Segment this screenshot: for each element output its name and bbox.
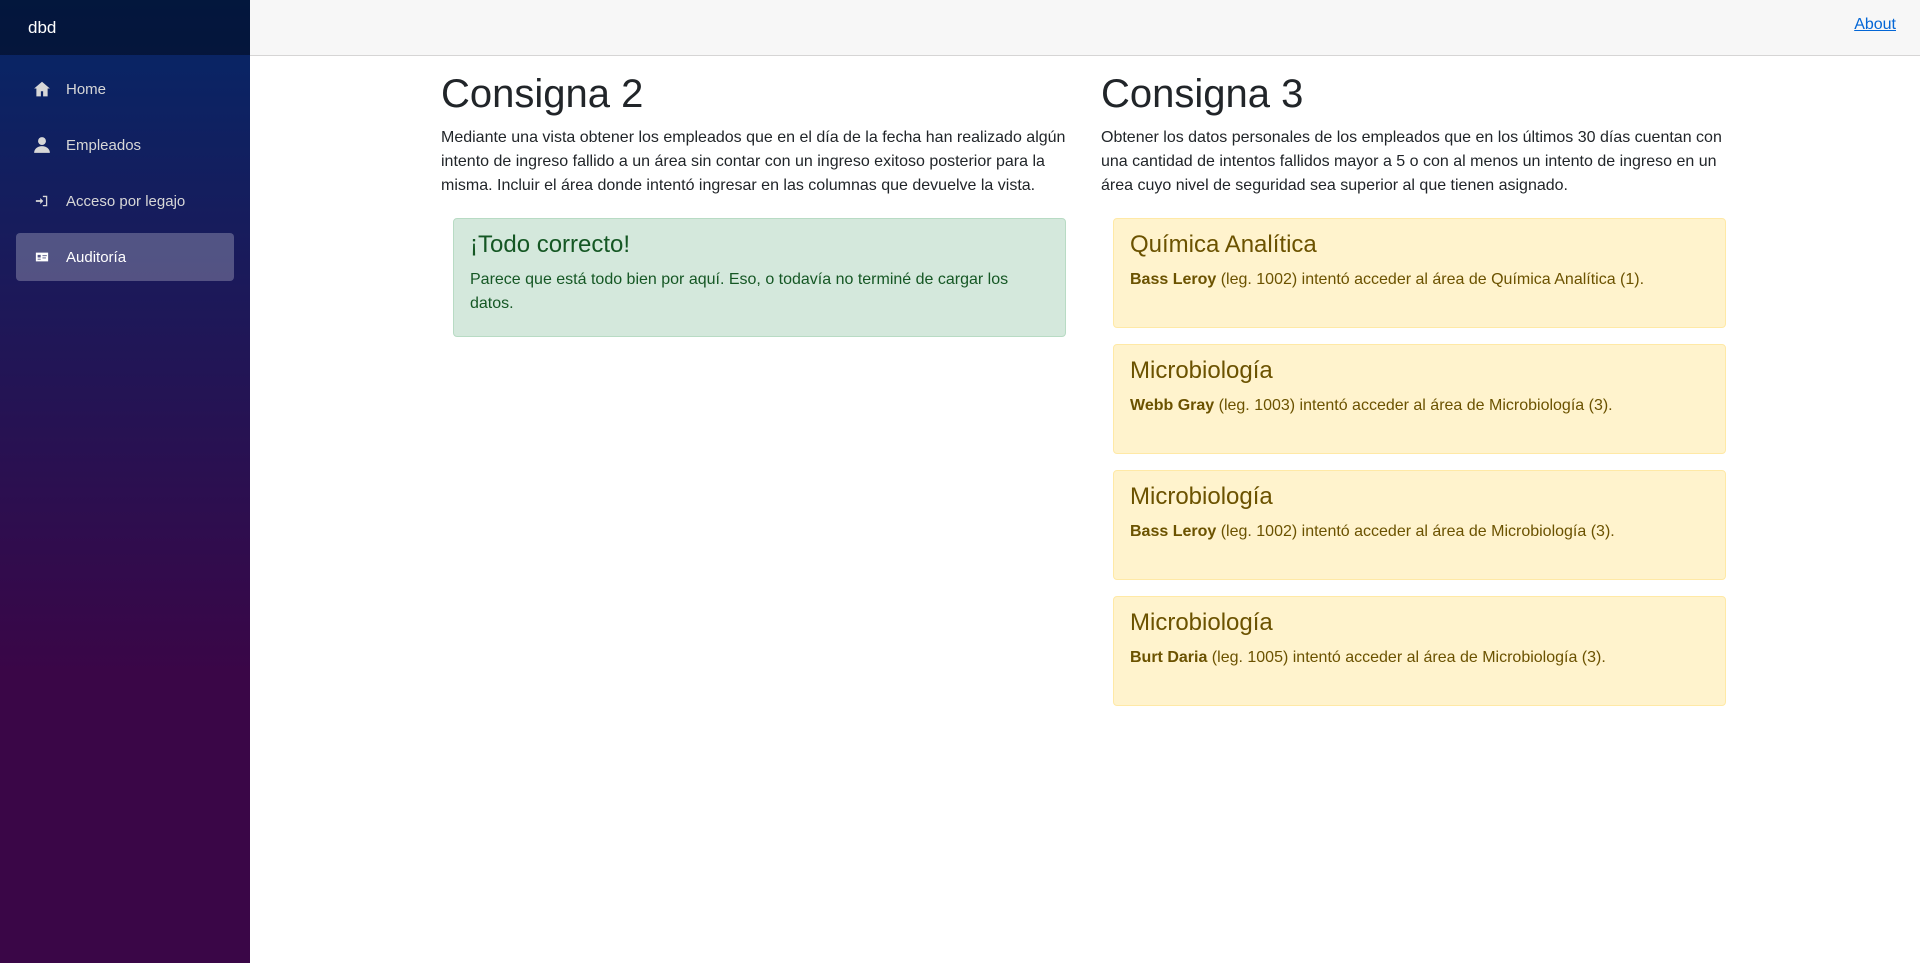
- sidebar-item-label: Acceso por legajo: [66, 192, 186, 210]
- sidebar-nav: Home Empleados Acceso por legajo Auditor…: [0, 55, 250, 281]
- consigna-3-section: Consigna 3 Obtener los datos personales …: [1101, 56, 1761, 722]
- sidebar-item-label: Auditoría: [66, 248, 127, 266]
- warning-alert: Microbiología Webb Gray (leg. 1003) inte…: [1113, 344, 1726, 454]
- attempt-detail: (leg. 1002) intentó acceder al área de Q…: [1216, 270, 1645, 288]
- employee-name: Bass Leroy: [1130, 522, 1217, 540]
- sidebar: dbd Home Empleados Acceso por legajo Aud…: [0, 0, 250, 963]
- sign-in-icon: [32, 191, 52, 211]
- sidebar-item-label: Empleados: [66, 136, 142, 154]
- sidebar-item-label: Home: [66, 80, 107, 98]
- attempt-detail: (leg. 1003) intentó acceder al área de M…: [1214, 396, 1613, 414]
- warning-alert: Química Analítica Bass Leroy (leg. 1002)…: [1113, 218, 1726, 328]
- main-content: Consigna 2 Mediante una vista obtener lo…: [441, 56, 1761, 722]
- brand-title[interactable]: dbd: [0, 0, 250, 55]
- alert-text: Bass Leroy (leg. 1002) intentó acceder a…: [1130, 268, 1709, 304]
- warning-alert: Microbiología Bass Leroy (leg. 1002) int…: [1113, 470, 1726, 580]
- alert-text: Webb Gray (leg. 1003) intentó acceder al…: [1130, 394, 1709, 430]
- warning-alert: Microbiología Burt Daria (leg. 1005) int…: [1113, 596, 1726, 706]
- alert-area-heading: Microbiología: [1130, 483, 1273, 510]
- attempt-detail: (leg. 1002) intentó acceder al área de M…: [1216, 522, 1615, 540]
- attempt-detail: (leg. 1005) intentó acceder al área de M…: [1207, 648, 1606, 666]
- consigna-3-description: Obtener los datos personales de los empl…: [1101, 129, 1722, 194]
- sidebar-item-empleados[interactable]: Empleados: [16, 121, 234, 169]
- person-icon: [32, 135, 52, 155]
- employee-name: Webb Gray: [1130, 396, 1215, 414]
- home-icon: [32, 79, 52, 99]
- app-page: dbd Home Empleados Acceso por legajo Aud…: [0, 0, 1920, 963]
- alert-area-heading: Microbiología: [1130, 357, 1273, 384]
- about-link[interactable]: About: [1854, 16, 1896, 34]
- employee-name: Bass Leroy: [1130, 270, 1217, 288]
- success-alert: ¡Todo correcto! Parece que está todo bie…: [453, 218, 1066, 337]
- consigna-2-description: Mediante una vista obtener los empleados…: [441, 129, 1066, 194]
- sidebar-item-home[interactable]: Home: [16, 65, 234, 113]
- alert-heading: ¡Todo correcto!: [470, 231, 631, 258]
- consigna-2-title: Consigna 2: [441, 72, 644, 116]
- alert-area-heading: Microbiología: [1130, 609, 1273, 636]
- consigna-3-title: Consigna 3: [1101, 72, 1304, 116]
- sidebar-item-acceso-por-legajo[interactable]: Acceso por legajo: [16, 177, 234, 225]
- sidebar-item-auditoria[interactable]: Auditoría: [16, 233, 234, 281]
- employee-name: Burt Daria: [1130, 648, 1208, 666]
- alert-text: Parece que está todo bien por aquí. Eso,…: [470, 270, 1009, 312]
- consigna-2-section: Consigna 2 Mediante una vista obtener lo…: [441, 56, 1101, 722]
- alert-text: Bass Leroy (leg. 1002) intentó acceder a…: [1130, 520, 1709, 556]
- alert-area-heading: Química Analítica: [1130, 231, 1317, 258]
- top-bar: About: [250, 0, 1920, 56]
- id-card-icon: [32, 247, 52, 267]
- alert-text: Burt Daria (leg. 1005) intentó acceder a…: [1130, 646, 1709, 682]
